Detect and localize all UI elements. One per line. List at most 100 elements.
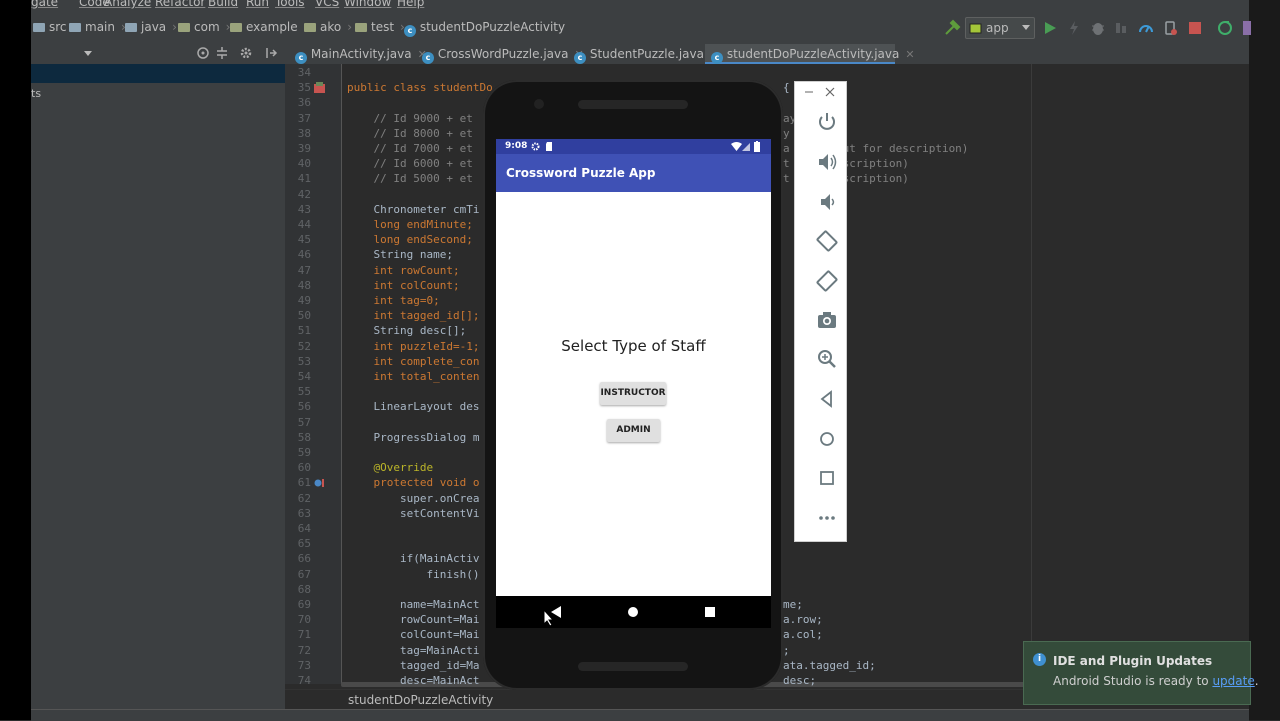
code-line[interactable]: // Id 7000 + et xyxy=(347,142,472,155)
breadcrumb-com[interactable]: com › xyxy=(178,20,230,34)
code-line[interactable]: int tag=0; xyxy=(347,294,439,307)
code-line[interactable]: colCount=Mai xyxy=(347,628,479,641)
code-line[interactable]: String desc[]; xyxy=(347,324,466,337)
profiler-icon[interactable] xyxy=(1138,20,1154,36)
code-line-fragment[interactable]: { xyxy=(783,81,790,94)
menu-help[interactable]: Help xyxy=(397,0,424,9)
editor-breadcrumb-label[interactable]: studentDoPuzzleActivity xyxy=(348,693,493,707)
code-line[interactable]: protected void o xyxy=(347,476,479,489)
code-line[interactable]: tagged_id=Ma xyxy=(347,659,479,672)
stop-icon[interactable] xyxy=(1187,20,1203,36)
code-line[interactable]: int puzzleId=-1; xyxy=(347,340,479,353)
project-tree-selected-row[interactable] xyxy=(31,64,285,83)
code-line[interactable]: rowCount=Mai xyxy=(347,613,479,626)
code-line[interactable]: desc=MainAct xyxy=(347,674,479,687)
code-line[interactable]: setContentVi xyxy=(347,507,479,520)
tab-crossword-puzzle[interactable]: c CrossWordPuzzle.java✕ xyxy=(416,44,584,64)
code-line[interactable]: // Id 9000 + et xyxy=(347,112,472,125)
code-line[interactable]: int rowCount; xyxy=(347,264,459,277)
code-line[interactable]: long endSecond; xyxy=(347,233,472,246)
run-icon[interactable] xyxy=(1042,20,1058,36)
code-line[interactable]: int total_conten xyxy=(347,370,479,383)
code-line-fragment[interactable]: y xyxy=(783,127,790,140)
locate-icon[interactable] xyxy=(196,46,210,60)
update-link[interactable]: update xyxy=(1212,674,1254,688)
code-line[interactable]: if(MainActiv xyxy=(347,552,479,565)
code-line[interactable]: int complete_con xyxy=(347,355,479,368)
chevron-down-icon[interactable] xyxy=(83,50,93,58)
rotate-right-icon[interactable] xyxy=(816,270,838,292)
breadcrumb-ako[interactable]: ako › xyxy=(304,20,352,34)
overview-icon[interactable] xyxy=(704,606,716,618)
code-line[interactable]: long endMinute; xyxy=(347,218,472,231)
code-line[interactable]: // Id 6000 + et xyxy=(347,157,472,170)
code-line[interactable]: int colCount; xyxy=(347,279,459,292)
code-line-fragment[interactable]: ; xyxy=(783,644,790,657)
menu-analyze[interactable]: Analyze xyxy=(104,0,151,9)
collapse-all-icon[interactable] xyxy=(215,46,229,60)
avd-manager-icon[interactable] xyxy=(1241,20,1251,36)
project-tree-item[interactable]: ts xyxy=(31,87,41,100)
tab-main-activity[interactable]: c MainActivity.java✕ xyxy=(289,44,427,64)
power-icon[interactable] xyxy=(816,111,838,133)
tab-student-do-puzzle-activity[interactable]: c studentDoPuzzleActivity.java ✕ xyxy=(705,44,915,64)
code-line-fragment[interactable]: desc; xyxy=(783,674,816,687)
sync-project-icon[interactable] xyxy=(1217,20,1233,36)
code-line-fragment[interactable]: me; xyxy=(783,598,803,611)
code-line[interactable]: super.onCrea xyxy=(347,492,479,505)
code-line[interactable]: String name; xyxy=(347,248,452,261)
breadcrumb-main[interactable]: main › xyxy=(69,20,126,34)
emulator-screen[interactable]: 9:08 Crossword Puzzle App Select Type of… xyxy=(496,139,771,628)
menu-tools[interactable]: Tools xyxy=(275,0,305,9)
run-configuration-select[interactable]: app xyxy=(965,17,1035,39)
code-line[interactable]: // Id 5000 + et xyxy=(347,172,472,185)
menu-window[interactable]: Window xyxy=(344,0,391,9)
close-icon[interactable]: ✕ xyxy=(905,48,914,61)
home-icon[interactable] xyxy=(627,606,639,618)
rotate-left-icon[interactable] xyxy=(816,230,838,252)
menu-navigate[interactable]: gate xyxy=(31,0,58,9)
breadcrumb-java[interactable]: java › xyxy=(125,20,177,34)
home-icon[interactable] xyxy=(816,428,838,450)
menu-build[interactable]: Build xyxy=(208,0,238,9)
volume-up-icon[interactable] xyxy=(816,151,838,173)
back-icon[interactable] xyxy=(816,388,838,410)
breadcrumb-class[interactable]: c studentDoPuzzleActivity xyxy=(404,20,565,37)
code-line[interactable]: int tagged_id[]; xyxy=(347,309,479,322)
code-line[interactable]: tag=MainActi xyxy=(347,644,479,657)
tab-student-puzzle[interactable]: c StudentPuzzle.java✕ xyxy=(568,44,719,64)
more-icon[interactable] xyxy=(816,507,838,529)
code-line-fragment[interactable]: a.row; xyxy=(783,613,823,626)
overview-icon[interactable] xyxy=(816,467,838,489)
code-line[interactable]: Chronometer cmTi xyxy=(347,203,479,216)
code-line[interactable]: @Override xyxy=(347,461,433,474)
minimize-icon[interactable] xyxy=(804,87,814,97)
code-line-fragment[interactable]: ata.tagged_id; xyxy=(783,659,876,672)
hide-panel-icon[interactable] xyxy=(264,46,278,60)
debug-icon[interactable] xyxy=(1090,20,1106,36)
gear-icon[interactable] xyxy=(239,46,253,60)
menu-run[interactable]: Run xyxy=(246,0,269,9)
attach-debugger-icon[interactable] xyxy=(1162,20,1178,36)
code-line[interactable]: ProgressDialog m xyxy=(347,431,479,444)
admin-button[interactable]: ADMIN xyxy=(607,419,660,442)
code-line[interactable]: name=MainAct xyxy=(347,598,479,611)
breadcrumb-test[interactable]: test › xyxy=(355,20,405,34)
close-icon[interactable] xyxy=(825,87,835,97)
coverage-icon[interactable] xyxy=(1114,20,1130,36)
code-line[interactable]: // Id 8000 + et xyxy=(347,127,472,140)
instructor-button[interactable]: INSTRUCTOR xyxy=(600,382,666,405)
menu-vcs[interactable]: VCS xyxy=(315,0,339,9)
code-line[interactable]: LinearLayout des xyxy=(347,400,479,413)
code-line[interactable]: public class studentDo xyxy=(347,81,493,94)
line-number: 58 xyxy=(297,430,311,444)
menu-refactor[interactable]: Refactor xyxy=(155,0,205,9)
camera-icon[interactable] xyxy=(816,309,838,331)
build-hammer-icon[interactable] xyxy=(943,19,961,37)
breadcrumb-example[interactable]: example› xyxy=(230,20,308,34)
code-line-fragment[interactable]: a.col; xyxy=(783,628,823,641)
code-line[interactable]: finish() xyxy=(347,568,479,581)
zoom-icon[interactable] xyxy=(816,348,838,370)
apply-changes-icon[interactable] xyxy=(1066,20,1082,36)
volume-down-icon[interactable] xyxy=(816,191,838,213)
